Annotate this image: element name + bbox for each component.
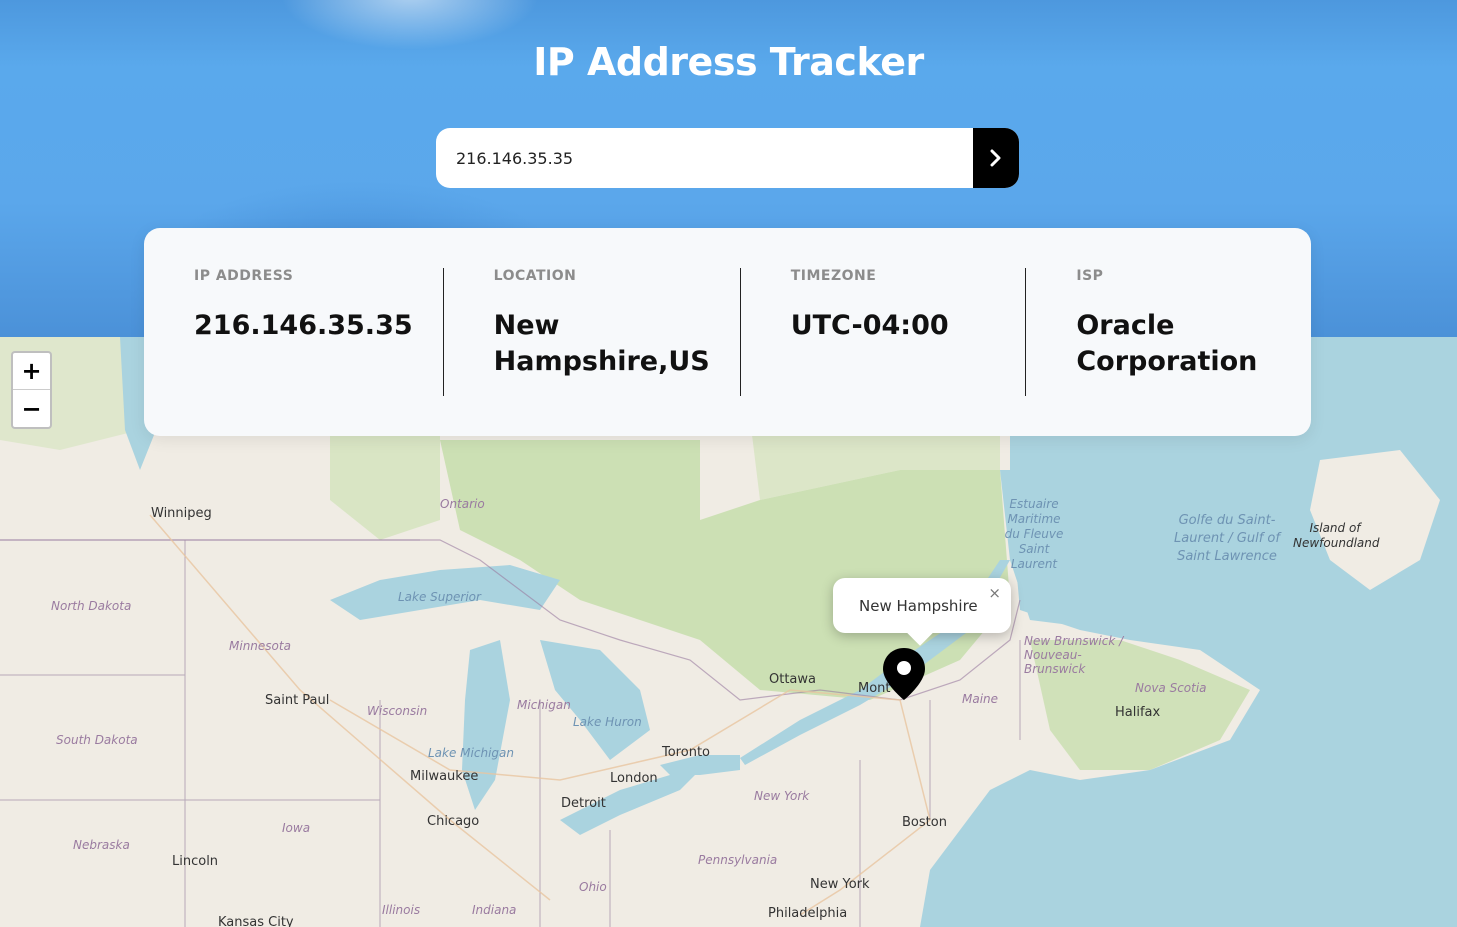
- ip-address-section: IP ADDRESS 216.146.35.35: [144, 268, 443, 396]
- map-label-detroit: Detroit: [561, 796, 606, 811]
- map-label-new-brunswick: New Brunswick / Nouveau-Brunswick: [1024, 634, 1124, 676]
- popup-text: New Hampshire: [859, 596, 978, 615]
- map-label-nova-scotia: Nova Scotia: [1135, 681, 1207, 695]
- map-label-estuaire: Estuaire Maritime du Fleuve Saint Lauren…: [1004, 497, 1064, 571]
- map-label-milwaukee: Milwaukee: [410, 769, 479, 784]
- chevron-right-icon: [990, 149, 1001, 167]
- map-label-ontario: Ontario: [440, 497, 485, 511]
- page-title: IP Address Tracker: [533, 40, 924, 84]
- popup-close-button[interactable]: ×: [988, 584, 1001, 602]
- map-label-newfoundland: Island of Newfoundland: [1293, 521, 1380, 550]
- map-pin-icon[interactable]: [881, 646, 927, 702]
- map-label-wisconsin: Wisconsin: [367, 704, 428, 718]
- ip-search-input[interactable]: [436, 128, 973, 188]
- location-label: LOCATION: [493, 268, 577, 284]
- map-label-maine: Maine: [962, 692, 999, 706]
- zoom-in-button[interactable]: +: [13, 353, 50, 390]
- map-label-michigan: Michigan: [517, 698, 571, 712]
- map-label-lake-michigan: Lake Michigan: [428, 746, 514, 760]
- map-label-winnipeg: Winnipeg: [151, 506, 212, 521]
- map-label-illinois: Illinois: [382, 903, 421, 917]
- map-label-iowa: Iowa: [282, 821, 311, 835]
- map-label-lincoln: Lincoln: [172, 854, 219, 869]
- map-label-golfe: Golfe du Saint-Laurent / Gulf of Saint L…: [1174, 513, 1280, 564]
- zoom-control: + −: [11, 351, 52, 429]
- map-label-boston: Boston: [902, 815, 947, 830]
- isp-label: ISP: [1076, 268, 1104, 284]
- map-label-pennsylvania: Pennsylvania: [698, 853, 778, 867]
- isp-value: Oracle Corporation: [1076, 310, 1258, 377]
- map-label-lake-superior: Lake Superior: [398, 590, 481, 604]
- map-label-north-dakota: North Dakota: [51, 599, 132, 613]
- map-label-london: London: [610, 771, 658, 786]
- map-label-new-york-state: New York: [754, 789, 810, 803]
- map-label-lake-huron: Lake Huron: [573, 715, 642, 729]
- timezone-label: TIMEZONE: [790, 268, 877, 284]
- map-label-saint-paul: Saint Paul: [265, 693, 330, 708]
- isp-section: ISP Oracle Corporation: [1025, 268, 1311, 396]
- map-label-ohio: Ohio: [579, 880, 607, 894]
- map-label-ottawa: Ottawa: [769, 672, 816, 687]
- ip-address-label: IP ADDRESS: [194, 268, 294, 284]
- search-bar: [436, 128, 1019, 188]
- map-label-chicago: Chicago: [427, 814, 480, 829]
- map-label-halifax: Halifax: [1115, 705, 1161, 720]
- ip-address-value: 216.146.35.35: [194, 310, 413, 341]
- timezone-section: TIMEZONE UTC-04:00: [739, 268, 1026, 396]
- search-submit-button[interactable]: [973, 128, 1019, 188]
- map-label-indiana: Indiana: [472, 903, 517, 917]
- map-label-new-york-city: New York: [810, 877, 870, 892]
- location-value: New Hampshire,US: [493, 310, 710, 377]
- location-section: LOCATION New Hampshire,US: [442, 268, 740, 396]
- ip-info-card: IP ADDRESS 216.146.35.35 LOCATION New Ha…: [144, 228, 1311, 436]
- map-label-toronto: Toronto: [662, 745, 710, 760]
- map-label-philadelphia: Philadelphia: [768, 906, 848, 921]
- map-label-south-dakota: South Dakota: [56, 733, 138, 747]
- map-popup: New Hampshire ×: [833, 578, 1011, 646]
- zoom-out-button[interactable]: −: [13, 390, 50, 427]
- map-label-nebraska: Nebraska: [73, 838, 130, 852]
- timezone-value: UTC-04:00: [790, 310, 949, 341]
- map-label-kansas-city: Kansas City: [218, 915, 294, 927]
- map-label-minnesota: Minnesota: [229, 639, 291, 653]
